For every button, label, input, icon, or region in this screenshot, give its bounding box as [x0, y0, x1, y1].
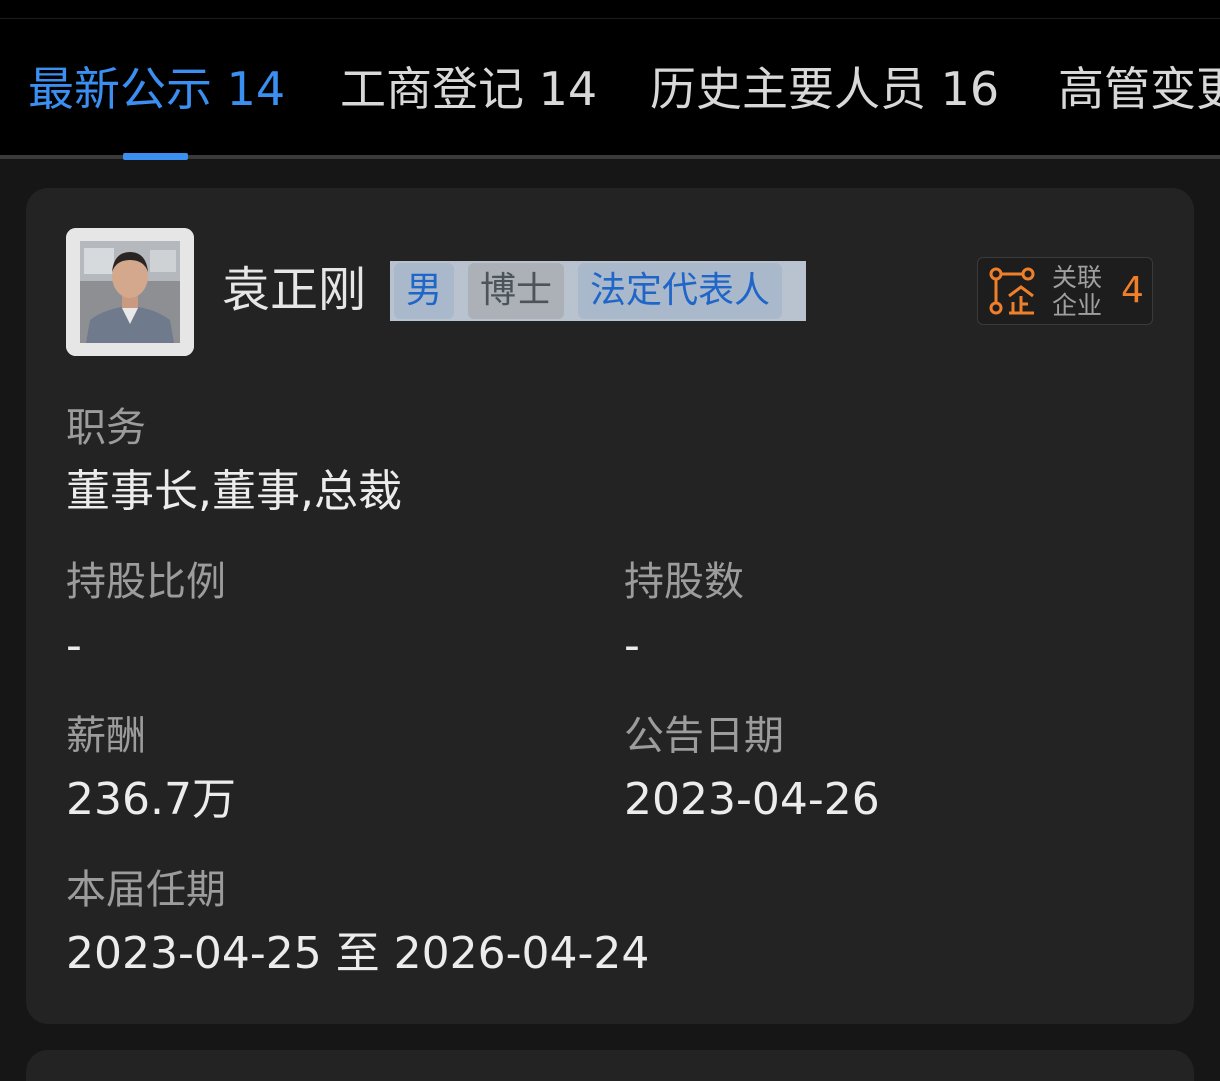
avatar[interactable] — [66, 228, 194, 356]
share-ratio-label: 持股比例 — [66, 559, 226, 605]
related-companies-label: 关联企业 — [1052, 263, 1103, 320]
announce-date-value: 2023-04-26 — [624, 774, 880, 825]
status-strip — [0, 0, 1220, 19]
person-card: 袁正刚 男 博士 法定代表人 关联企业 4 职务 董事长,董事,总裁 持股比例 … — [26, 188, 1194, 1024]
active-tab-indicator — [123, 153, 188, 160]
salary-label: 薪酬 — [66, 713, 146, 759]
related-companies-icon — [989, 267, 1035, 315]
related-companies-button[interactable]: 关联企业 4 — [977, 257, 1153, 325]
salary-value: 236.7万 — [66, 774, 236, 825]
related-companies-count: 4 — [1121, 270, 1144, 311]
term-value: 2023-04-25 至 2026-04-24 — [66, 928, 650, 979]
page: 最新公示 14 工商登记 14 历史主要人员 16 高管变更 袁正刚 男 博士 … — [0, 0, 1220, 1081]
avatar-photo — [66, 228, 194, 356]
degree-tag: 博士 — [468, 263, 565, 319]
tab-bar: 最新公示 14 工商登记 14 历史主要人员 16 高管变更 — [0, 19, 1220, 155]
position-label: 职务 — [66, 405, 146, 451]
share-ratio-value: - — [66, 620, 82, 671]
announce-date-label: 公告日期 — [624, 713, 784, 759]
tab-business-registration[interactable]: 工商登记 14 — [340, 59, 597, 119]
person-name[interactable]: 袁正刚 — [222, 258, 366, 322]
person-tags: 男 博士 法定代表人 — [390, 261, 806, 321]
tab-latest-announcement[interactable]: 最新公示 14 — [28, 59, 285, 119]
gender-tag: 男 — [394, 263, 455, 319]
tab-history-key-personnel[interactable]: 历史主要人员 16 — [650, 59, 999, 119]
tab-executive-changes[interactable]: 高管变更 — [1058, 59, 1220, 119]
share-count-label: 持股数 — [624, 559, 744, 605]
term-label: 本届任期 — [66, 867, 226, 913]
position-value: 董事长,董事,总裁 — [66, 466, 402, 517]
legal-representative-tag: 法定代表人 — [578, 263, 783, 319]
share-count-value: - — [624, 620, 640, 671]
next-person-card[interactable] — [26, 1050, 1194, 1081]
